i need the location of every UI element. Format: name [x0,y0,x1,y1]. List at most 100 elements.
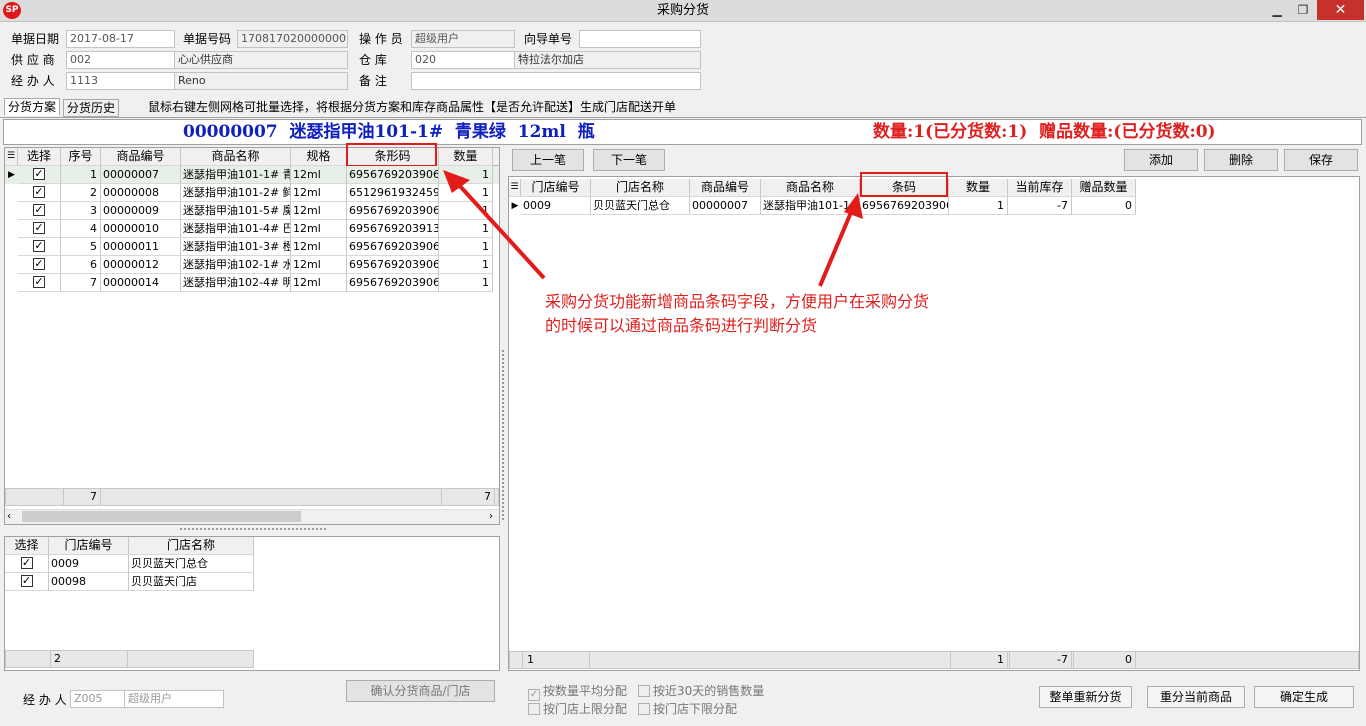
product-cell-code[interactable]: 00000011 [101,238,181,256]
product-cell-qty[interactable]: 1 [439,274,493,292]
product-cell-qty[interactable]: 1 [439,220,493,238]
product-cell-name[interactable]: 迷瑟指甲油102-1# 水 [181,256,291,274]
product-cell-barcode[interactable]: 6956769203906 [347,202,439,220]
store-select-checkbox[interactable]: ✓ [20,575,33,587]
col-spec[interactable]: 规格 [291,148,347,166]
col-code[interactable]: 商品编号 [101,148,181,166]
col-qty[interactable]: 数量 [439,148,493,166]
dist-col-gift[interactable]: 赠品数量 [1072,179,1136,197]
product-cell-spec[interactable]: 12ml [291,220,347,238]
product-cell-name[interactable]: 迷瑟指甲油101-4# 巴 [181,220,291,238]
redistribute-current-button[interactable]: 重分当前商品 [1147,686,1245,708]
product-cell-name[interactable]: 迷瑟指甲油101-2# 鲜 [181,184,291,202]
dist-cell-code[interactable]: 00000007 [690,197,761,215]
store-cell-code[interactable]: 00098 [49,573,129,591]
product-cell-qty[interactable]: 1 [439,256,493,274]
product-cell-check[interactable]: ✓ [18,256,61,274]
bottom-handler-code[interactable]: Z005 [70,690,125,708]
redistribute-all-button[interactable]: 整单重新分货 [1039,686,1132,708]
opt-lower-checkbox[interactable] [638,703,650,715]
col-seq[interactable]: 序号 [61,148,101,166]
product-cell-barcode[interactable]: 6956769203913 [347,220,439,238]
opt-upper[interactable]: 按门店上限分配 [528,700,627,717]
product-cell-name[interactable]: 迷瑟指甲油101-1# 青 [181,166,291,184]
dist-col-name[interactable]: 商品名称 [761,179,860,197]
product-cell-seq[interactable]: 2 [61,184,101,202]
product-cell-name[interactable]: 迷瑟指甲油102-4# 明 [181,274,291,292]
select-checkbox[interactable]: ✓ [33,276,45,288]
product-cell-qty[interactable]: 1 [439,238,493,256]
dist-col-store-code[interactable]: 门店编号 [521,179,591,197]
product-cell-seq[interactable]: 3 [61,202,101,220]
product-cell-barcode[interactable]: 6956769203906 [347,238,439,256]
scrollbar-thumb[interactable] [22,511,301,522]
dist-cell-barcode[interactable]: 6956769203906 [860,197,949,215]
prev-button[interactable]: 上一笔 [512,149,584,171]
opt-upper-checkbox[interactable] [528,703,540,715]
store-cell-name[interactable]: 贝贝蓝天门店 [129,573,254,591]
product-cell-barcode[interactable]: 6512961932459 [347,184,439,202]
product-cell-qty[interactable]: 1 [439,202,493,220]
product-cell-name[interactable]: 迷瑟指甲油101-3# 橙 [181,238,291,256]
store-cell-code[interactable]: 0009 [49,555,129,573]
dist-grid-menu-icon[interactable]: ☰ [509,179,521,197]
product-cell-code[interactable]: 00000010 [101,220,181,238]
select-checkbox[interactable]: ✓ [33,222,45,234]
opt-average[interactable]: ✓ 按数量平均分配 [528,682,627,701]
product-cell-code[interactable]: 00000014 [101,274,181,292]
supplier-code-field[interactable]: 002 [66,51,175,69]
remark-field[interactable] [411,72,701,90]
vertical-splitter[interactable] [502,350,506,520]
product-cell-check[interactable]: ✓ [18,166,61,184]
product-cell-spec[interactable]: 12ml [291,238,347,256]
select-checkbox[interactable]: ✓ [33,258,45,270]
product-cell-seq[interactable]: 7 [61,274,101,292]
product-cell-qty[interactable]: 1 [439,166,493,184]
product-cell-seq[interactable]: 4 [61,220,101,238]
delete-button[interactable]: 删除 [1204,149,1278,171]
dist-cell-store-name[interactable]: 贝贝蓝天门总仓 [591,197,690,215]
product-cell-check[interactable]: ✓ [18,184,61,202]
product-cell-spec[interactable]: 12ml [291,256,347,274]
product-cell-barcode[interactable]: 6956769203906 [347,256,439,274]
date-field[interactable]: 2017-08-17 [66,30,175,48]
handler-code-field[interactable]: 1113 [66,72,175,90]
col-name[interactable]: 商品名称 [181,148,291,166]
dist-col-code[interactable]: 商品编号 [690,179,761,197]
dist-cell-gift[interactable]: 0 [1072,197,1136,215]
product-cell-qty[interactable]: 1 [439,184,493,202]
product-cell-spec[interactable]: 12ml [291,166,347,184]
product-cell-spec[interactable]: 12ml [291,274,347,292]
opt-30days[interactable]: 按近30天的销售数量 [638,682,764,699]
store-col-name[interactable]: 门店名称 [129,537,254,555]
store-select-checkbox[interactable]: ✓ [20,557,33,569]
select-checkbox[interactable]: ✓ [33,204,45,216]
product-cell-check[interactable]: ✓ [18,202,61,220]
store-col-select[interactable]: 选择 [5,537,49,555]
dist-col-stock[interactable]: 当前库存 [1008,179,1072,197]
select-checkbox[interactable]: ✓ [33,168,45,180]
generate-button[interactable]: 确定生成 [1254,686,1354,708]
product-cell-spec[interactable]: 12ml [291,184,347,202]
tab-history[interactable]: 分货历史 [63,99,120,117]
product-cell-seq[interactable]: 1 [61,166,101,184]
dist-col-qty[interactable]: 数量 [949,179,1008,197]
warehouse-code-field[interactable]: 020 [411,51,515,69]
product-cell-check[interactable]: ✓ [18,274,61,292]
select-checkbox[interactable]: ✓ [33,240,45,252]
store-cell-check[interactable]: ✓ [5,573,49,591]
scroll-left-icon[interactable]: ‹ [7,509,11,524]
product-cell-spec[interactable]: 12ml [291,202,347,220]
product-cell-barcode[interactable]: 6956769203906 [347,166,439,184]
product-cell-name[interactable]: 迷瑟指甲油101-5# 魔 [181,202,291,220]
dist-cell-store-code[interactable]: 0009 [521,197,591,215]
scroll-right-icon[interactable]: › [489,509,493,524]
guide-field[interactable] [579,30,701,48]
save-button[interactable]: 保存 [1284,149,1358,171]
dist-cell-stock[interactable]: -7 [1008,197,1072,215]
dist-cell-name[interactable]: 迷瑟指甲油101-1# [761,197,860,215]
next-button[interactable]: 下一笔 [593,149,665,171]
confirm-button[interactable]: 确认分货商品/门店 [346,680,495,702]
horizontal-splitter[interactable] [180,528,326,532]
col-select[interactable]: 选择 [18,148,61,166]
